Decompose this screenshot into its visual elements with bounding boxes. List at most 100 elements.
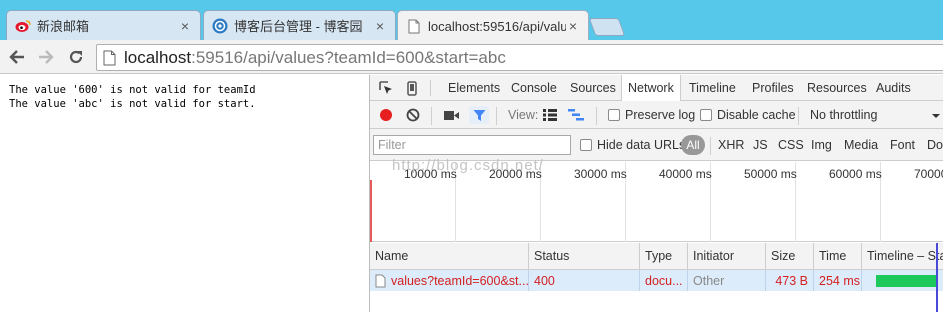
filter-type-media[interactable]: Media xyxy=(844,138,878,152)
request-waterfall xyxy=(862,270,943,291)
divider xyxy=(431,107,432,125)
devtools-tab-bar: Elements Console Sources Network Timelin… xyxy=(370,75,943,102)
tab-title: localhost:59516/api/valu xyxy=(428,18,566,34)
devtools-tab-network[interactable]: Network xyxy=(621,75,681,102)
waterfall-bar xyxy=(876,274,938,287)
disable-cache-label: Disable cache xyxy=(717,108,796,122)
filter-input[interactable]: Filter xyxy=(373,135,571,155)
filter-icon[interactable] xyxy=(469,106,489,124)
network-toolbar: View: Preserve log Disable cache No thro… xyxy=(370,101,943,129)
forward-icon[interactable] xyxy=(35,46,57,68)
tick-label: 50000 ms xyxy=(744,167,797,181)
request-table-header: Name Status Type Initiator Size Time Tim… xyxy=(370,243,943,270)
view-label: View: xyxy=(508,108,539,122)
cnblogs-icon xyxy=(212,18,228,34)
tab-title: 博客后台管理 - 博客园 xyxy=(234,19,363,34)
error-line: The value 'abc' is not valid for start. xyxy=(9,98,256,110)
browser-toolbar: localhost:59516/api/values?teamId=600&st… xyxy=(0,40,943,74)
filter-type-css[interactable]: CSS xyxy=(778,138,804,152)
devtools-tab-sources[interactable]: Sources xyxy=(564,75,622,101)
divider xyxy=(496,107,497,125)
tick-label: 40000 ms xyxy=(659,167,712,181)
devtools-tab-elements[interactable]: Elements xyxy=(442,75,506,101)
filter-type-js[interactable]: JS xyxy=(753,138,768,152)
device-mode-icon[interactable] xyxy=(404,80,420,96)
preserve-log-checkbox[interactable]: Preserve log xyxy=(608,108,695,122)
url-host: localhost xyxy=(124,47,192,67)
preserve-log-label: Preserve log xyxy=(625,108,696,122)
request-name: values?teamId=600&st... xyxy=(391,273,529,288)
page-icon xyxy=(103,50,116,66)
filter-type-all[interactable]: All xyxy=(681,135,705,155)
filter-type-img[interactable]: Img xyxy=(811,138,832,152)
page-content: The value '600' is not valid for teamId … xyxy=(0,75,370,312)
column-header-initiator[interactable]: Initiator xyxy=(688,243,766,269)
column-header-name[interactable]: Name xyxy=(370,243,529,269)
throttling-select[interactable]: No throttling xyxy=(810,108,877,122)
url-rest: :59516/api/values?teamId=600&start=abc xyxy=(191,47,506,67)
request-status: 400 xyxy=(529,270,640,291)
devtools-tab-resources[interactable]: Resources xyxy=(801,75,873,101)
page-icon xyxy=(406,18,422,34)
checkbox[interactable] xyxy=(608,109,620,121)
tick-label: 60000 ms xyxy=(829,167,882,181)
devtools-tab-console[interactable]: Console xyxy=(505,75,563,101)
sina-weibo-icon xyxy=(15,18,31,34)
error-line: The value '600' is not valid for teamId xyxy=(9,84,256,96)
overview-marker xyxy=(370,180,372,242)
record-icon[interactable] xyxy=(378,107,394,123)
devtools-tab-profiles[interactable]: Profiles xyxy=(746,75,800,101)
close-icon[interactable]: × xyxy=(566,18,580,34)
column-header-time[interactable]: Time xyxy=(814,243,862,269)
request-name-cell[interactable]: values?teamId=600&st... xyxy=(370,270,529,291)
hide-data-urls-checkbox[interactable]: Hide data URLs xyxy=(580,138,685,152)
waterfall-marker xyxy=(936,243,938,312)
list-view-icon[interactable] xyxy=(542,107,558,123)
filter-type-doc[interactable]: Do xyxy=(927,138,943,152)
tab-strip: 新浪邮箱 × 博客后台管理 - 博客园 × localhost:59516/ap… xyxy=(0,0,943,41)
camera-icon[interactable] xyxy=(443,107,459,123)
checkbox[interactable] xyxy=(700,109,712,121)
column-header-timeline[interactable]: Timeline – Star xyxy=(862,243,943,269)
hide-data-urls-label: Hide data URLs xyxy=(597,138,686,152)
devtools-panel: Elements Console Sources Network Timelin… xyxy=(369,75,943,312)
checkbox[interactable] xyxy=(580,139,592,151)
inspect-icon[interactable] xyxy=(378,80,394,96)
divider xyxy=(430,80,431,96)
column-header-size[interactable]: Size xyxy=(766,243,814,269)
tick-label: 70000 xyxy=(914,167,943,181)
back-icon[interactable] xyxy=(6,46,28,68)
divider xyxy=(710,137,711,155)
address-bar[interactable]: localhost:59516/api/values?teamId=600&st… xyxy=(96,44,943,71)
close-icon[interactable]: × xyxy=(373,18,387,34)
devtools-tab-audits[interactable]: Audits xyxy=(870,75,917,101)
tab-cnblogs[interactable]: 博客后台管理 - 博客园 × xyxy=(203,10,396,40)
filter-type-font[interactable]: Font xyxy=(890,138,915,152)
disable-cache-checkbox[interactable]: Disable cache xyxy=(700,108,796,122)
document-icon xyxy=(375,274,386,288)
tab-sina-mail[interactable]: 新浪邮箱 × xyxy=(6,10,201,40)
url-text: localhost:59516/api/values?teamId=600&st… xyxy=(124,48,506,68)
filter-type-xhr[interactable]: XHR xyxy=(718,138,744,152)
request-initiator: Other xyxy=(688,270,766,291)
request-type: docu... xyxy=(640,270,688,291)
tab-title: 新浪邮箱 xyxy=(37,19,90,34)
column-header-status[interactable]: Status xyxy=(529,243,640,269)
network-overview: 10000 ms 20000 ms 30000 ms 40000 ms 5000… xyxy=(370,162,943,242)
table-row[interactable]: values?teamId=600&st... 400 docu... Othe… xyxy=(370,270,943,291)
tab-localhost[interactable]: localhost:59516/api/valu × xyxy=(397,10,589,41)
reload-icon[interactable] xyxy=(65,46,87,68)
devtools-tab-timeline[interactable]: Timeline xyxy=(683,75,742,101)
clear-icon[interactable] xyxy=(405,107,421,123)
divider xyxy=(798,107,799,125)
watermark: http://blog.csdn.net/ xyxy=(392,157,544,174)
close-icon[interactable]: × xyxy=(178,18,192,34)
request-size: 473 B xyxy=(766,270,814,291)
new-tab-button[interactable] xyxy=(588,18,626,36)
column-header-type[interactable]: Type xyxy=(640,243,688,269)
dropdown-arrow-icon[interactable] xyxy=(928,108,943,124)
waterfall-view-icon[interactable] xyxy=(568,107,584,123)
tick-label: 30000 ms xyxy=(574,167,627,181)
divider xyxy=(596,107,597,125)
request-time: 254 ms xyxy=(814,270,862,291)
